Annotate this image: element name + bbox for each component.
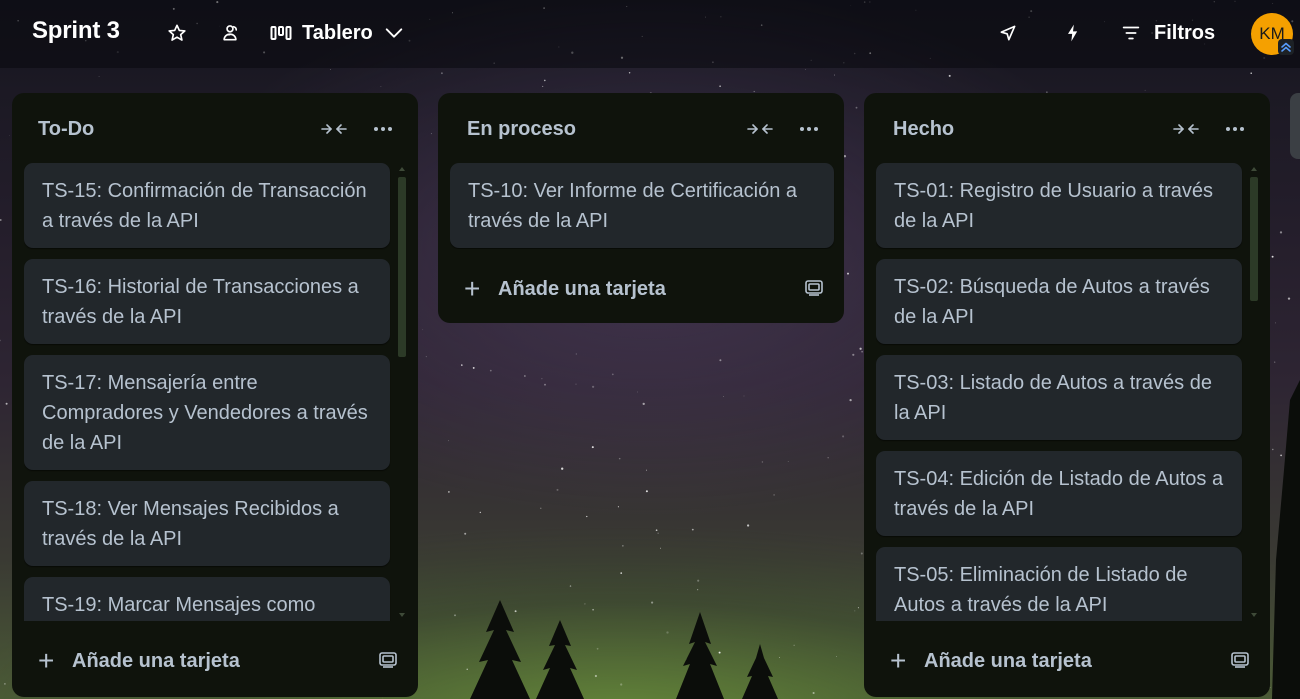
card[interactable]: TS-16: Historial de Transacciones a trav…: [24, 259, 390, 344]
scroll-up-icon[interactable]: [1250, 165, 1258, 173]
list-header: Hecho: [864, 93, 1270, 163]
add-card-label: Añade una tarjeta: [498, 277, 666, 300]
card[interactable]: TS-03: Listado de Autos a través de la A…: [876, 355, 1242, 440]
add-card-label: Añade una tarjeta: [72, 649, 240, 672]
admin-badge-icon: [1278, 39, 1294, 55]
list-title[interactable]: Hecho: [893, 118, 954, 141]
list-todo: To-Do TS-15: Confirmación de Transacción…: [12, 93, 418, 697]
card[interactable]: TS-04: Edición de Listado de Autos a tra…: [876, 451, 1242, 536]
add-card-button[interactable]: + Añade una tarjeta: [464, 273, 824, 305]
view-switcher[interactable]: Tablero: [270, 17, 405, 49]
card[interactable]: TS-15: Confirmación de Transacción a tra…: [24, 163, 390, 248]
card[interactable]: TS-19: Marcar Mensajes como: [24, 577, 390, 621]
collapse-list-icon[interactable]: [744, 117, 776, 141]
scroll-up-icon[interactable]: [398, 165, 406, 173]
list-title[interactable]: En proceso: [467, 118, 576, 141]
list-menu-icon[interactable]: [1219, 117, 1251, 141]
card[interactable]: TS-18: Ver Mensajes Recibidos a través d…: [24, 481, 390, 566]
rocket-icon[interactable]: [992, 17, 1024, 49]
list-menu-icon[interactable]: [367, 117, 399, 141]
list-hecho: Hecho TS-01: Registro de Usuario a travé…: [864, 93, 1270, 697]
scrollbar-thumb[interactable]: [398, 177, 406, 357]
avatar[interactable]: KM: [1251, 13, 1294, 55]
add-card-button[interactable]: + Añade una tarjeta: [890, 645, 1250, 677]
scroll-down-icon[interactable]: [398, 611, 406, 619]
view-label: Tablero: [302, 21, 373, 44]
card[interactable]: TS-02: Búsqueda de Autos a través de la …: [876, 259, 1242, 344]
filters-label: Filtros: [1154, 21, 1216, 44]
lightning-icon[interactable]: [1057, 17, 1089, 49]
scrollbar-thumb[interactable]: [1250, 177, 1258, 301]
board-view-icon: [270, 26, 292, 40]
chevron-down-icon: [385, 28, 403, 38]
list-header: En proceso: [438, 93, 844, 163]
next-list-edge[interactable]: [1290, 93, 1300, 159]
list-title[interactable]: To-Do: [38, 118, 94, 141]
add-card-label: Añade una tarjeta: [924, 649, 1092, 672]
list-en-proceso: En proceso TS-10: Ver Informe de Certifi…: [438, 93, 844, 323]
filters-button[interactable]: Filtros: [1120, 17, 1215, 49]
list-scrollbar[interactable]: [1248, 163, 1260, 623]
board-title[interactable]: Sprint 3: [32, 17, 120, 45]
list-menu-icon[interactable]: [793, 117, 825, 141]
list-header: To-Do: [12, 93, 418, 163]
collapse-list-icon[interactable]: [1170, 117, 1202, 141]
card-list: TS-10: Ver Informe de Certificación a tr…: [450, 163, 836, 249]
collapse-list-icon[interactable]: [318, 117, 350, 141]
plus-icon: +: [464, 273, 481, 304]
card-template-icon[interactable]: [378, 649, 398, 674]
plus-icon: +: [890, 645, 907, 676]
card[interactable]: TS-10: Ver Informe de Certificación a tr…: [450, 163, 834, 248]
card[interactable]: TS-17: Mensajería entre Compradores y Ve…: [24, 355, 390, 470]
scroll-down-icon[interactable]: [1250, 611, 1258, 619]
filter-icon: [1122, 26, 1140, 40]
card-list: TS-15: Confirmación de Transacción a tra…: [24, 163, 392, 621]
list-scrollbar[interactable]: [396, 163, 408, 623]
card[interactable]: TS-01: Registro de Usuario a través de l…: [876, 163, 1242, 248]
plus-icon: +: [38, 645, 55, 676]
star-icon[interactable]: [161, 17, 193, 49]
card-template-icon[interactable]: [804, 277, 824, 302]
board-header: Sprint 3 Tablero Filtros KM: [0, 0, 1300, 68]
card-list: TS-01: Registro de Usuario a través de l…: [876, 163, 1244, 621]
card-template-icon[interactable]: [1230, 649, 1250, 674]
card[interactable]: TS-05: Eliminación de Listado de Autos a…: [876, 547, 1242, 621]
add-card-button[interactable]: + Añade una tarjeta: [38, 645, 398, 677]
workspace-visibility-icon[interactable]: [214, 17, 246, 49]
